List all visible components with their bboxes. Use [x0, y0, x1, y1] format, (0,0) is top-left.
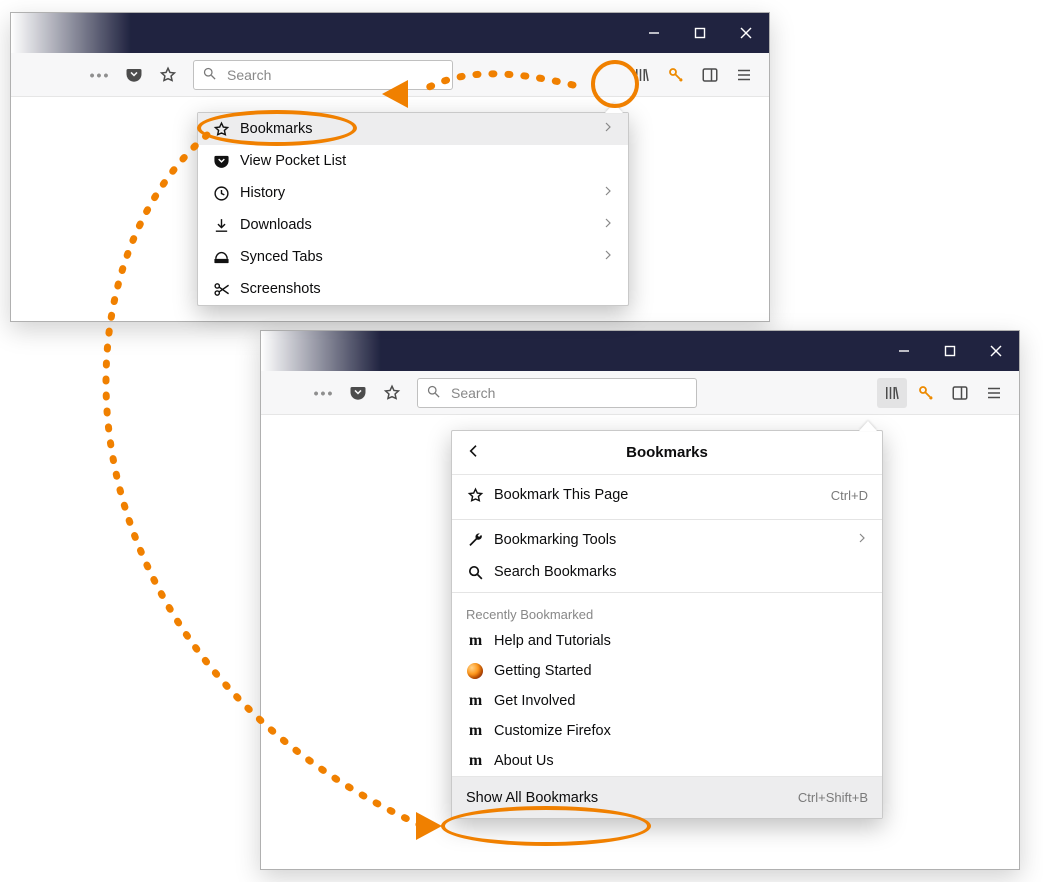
- shortcut-label: Ctrl+D: [831, 488, 868, 503]
- library-icon[interactable]: [877, 378, 907, 408]
- bookmarks-menu-header: Bookmarks: [452, 431, 882, 475]
- chevron-right-icon: [602, 121, 614, 137]
- library-menu-item[interactable]: History: [198, 177, 628, 209]
- synced-tabs-icon: [212, 248, 230, 266]
- library-menu: Bookmarks View Pocket List History Download…: [197, 112, 629, 306]
- hamburger-menu-icon[interactable]: [729, 60, 759, 90]
- library-menu-item[interactable]: Bookmarks: [198, 113, 628, 145]
- chevron-right-icon: [602, 249, 614, 265]
- menu-item-label: About Us: [494, 753, 554, 769]
- sidebar-icon[interactable]: [945, 378, 975, 408]
- library-icon[interactable]: [627, 60, 657, 90]
- menu-item-label: Search Bookmarks: [494, 564, 617, 580]
- menu-item-label: Get Involved: [494, 693, 575, 709]
- bookmarks-menu: Bookmarks Bookmark This Page Ctrl+D Book…: [451, 430, 883, 819]
- menu-item-label: Bookmark This Page: [494, 487, 628, 503]
- back-icon[interactable]: [466, 443, 482, 463]
- recently-bookmarked-label: Recently Bookmarked: [452, 597, 882, 626]
- recent-bookmark-item[interactable]: m Customize Firefox: [452, 716, 882, 746]
- close-button[interactable]: [723, 13, 769, 53]
- menu-item-label: View Pocket List: [240, 153, 346, 169]
- search-input[interactable]: [449, 384, 634, 402]
- close-button[interactable]: [973, 331, 1019, 371]
- hamburger-menu-icon[interactable]: [979, 378, 1009, 408]
- titlebar-fade: [261, 331, 381, 371]
- search-icon: [466, 563, 484, 581]
- library-menu-item[interactable]: View Pocket List: [198, 145, 628, 177]
- arrowhead-1: [382, 80, 408, 108]
- page-actions-icon[interactable]: •••: [309, 378, 339, 408]
- menu-item-label: Show All Bookmarks: [466, 790, 598, 806]
- library-menu-item[interactable]: Synced Tabs: [198, 241, 628, 273]
- search-icon: [202, 66, 217, 84]
- menu-pointer-arrow: [859, 421, 877, 431]
- scissors-icon: [212, 280, 230, 298]
- chevron-right-icon: [602, 185, 614, 201]
- bookmarks-menu-title: Bookmarks: [626, 444, 708, 461]
- menu-item-label: History: [240, 185, 285, 201]
- pocket-icon[interactable]: [343, 378, 373, 408]
- titlebar: [11, 13, 769, 53]
- menu-item-label: Synced Tabs: [240, 249, 323, 265]
- minimize-button[interactable]: [631, 13, 677, 53]
- star-outline-icon: [212, 120, 230, 138]
- browser-window-1: ••• BookmarksView Pocket ListHisto: [10, 12, 770, 322]
- library-menu-item[interactable]: Downloads: [198, 209, 628, 241]
- menu-divider: [452, 592, 882, 593]
- recent-bookmark-item[interactable]: m Help and Tutorials: [452, 626, 882, 656]
- search-icon: [426, 384, 441, 402]
- menu-divider: [452, 519, 882, 520]
- toolbar: •••: [261, 371, 1019, 415]
- titlebar-fade: [11, 13, 131, 53]
- bookmarking-tools-item[interactable]: Bookmarking Tools: [452, 524, 882, 556]
- browser-window-2: ••• B: [260, 330, 1020, 870]
- menu-item-label: Bookmarks: [240, 121, 313, 137]
- minimize-button[interactable]: [881, 331, 927, 371]
- titlebar: [261, 331, 1019, 371]
- recent-bookmark-item[interactable]: m Get Involved: [452, 686, 882, 716]
- search-box[interactable]: [193, 60, 453, 90]
- arrowhead-2: [416, 812, 442, 840]
- chevron-right-icon: [856, 532, 868, 548]
- shortcut-label: Ctrl+Shift+B: [798, 790, 868, 805]
- mozilla-m-icon: m: [466, 722, 484, 740]
- logins-key-icon[interactable]: [911, 378, 941, 408]
- firefox-icon: [466, 662, 484, 680]
- menu-pointer-arrow: [605, 103, 623, 113]
- clock-icon: [212, 184, 230, 202]
- download-icon: [212, 216, 230, 234]
- star-icon[interactable]: [377, 378, 407, 408]
- chevron-right-icon: [602, 217, 614, 233]
- maximize-button[interactable]: [677, 13, 723, 53]
- library-menu-item[interactable]: Screenshots: [198, 273, 628, 305]
- star-icon[interactable]: [153, 60, 183, 90]
- mozilla-m-icon: m: [466, 632, 484, 650]
- maximize-button[interactable]: [927, 331, 973, 371]
- mozilla-m-icon: m: [466, 692, 484, 710]
- mozilla-m-icon: m: [466, 752, 484, 770]
- menu-item-label: Bookmarking Tools: [494, 532, 616, 548]
- recent-bookmark-item[interactable]: Getting Started: [452, 656, 882, 686]
- menu-item-label: Customize Firefox: [494, 723, 611, 739]
- menu-item-label: Screenshots: [240, 281, 321, 297]
- bookmark-this-page-item[interactable]: Bookmark This Page Ctrl+D: [452, 475, 882, 515]
- logins-key-icon[interactable]: [661, 60, 691, 90]
- search-box[interactable]: [417, 378, 697, 408]
- star-outline-icon: [466, 486, 484, 504]
- menu-item-label: Downloads: [240, 217, 312, 233]
- search-bookmarks-item[interactable]: Search Bookmarks: [452, 556, 882, 588]
- menu-item-label: Getting Started: [494, 663, 592, 679]
- page-actions-icon[interactable]: •••: [85, 60, 115, 90]
- wrench-icon: [466, 531, 484, 549]
- sidebar-icon[interactable]: [695, 60, 725, 90]
- show-all-bookmarks-item[interactable]: Show All Bookmarks Ctrl+Shift+B: [452, 776, 882, 818]
- pocket-icon: [212, 152, 230, 170]
- menu-item-label: Help and Tutorials: [494, 633, 611, 649]
- recent-bookmark-item[interactable]: m About Us: [452, 746, 882, 776]
- pocket-icon[interactable]: [119, 60, 149, 90]
